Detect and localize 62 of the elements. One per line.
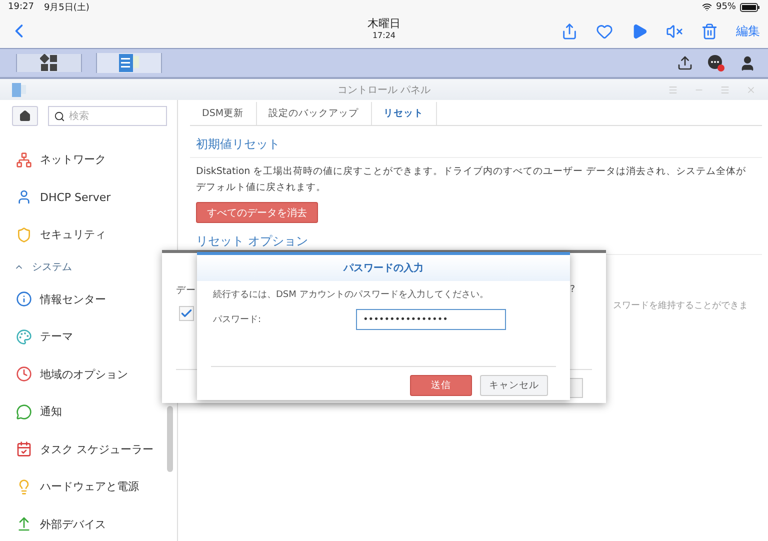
trash-icon[interactable] — [701, 22, 718, 40]
upload-icon — [16, 516, 32, 532]
nav-title: 木曜日 — [368, 16, 400, 31]
search-input[interactable]: 検索 — [69, 108, 161, 124]
sidebar-item[interactable]: タスク スケジューラー — [0, 430, 177, 468]
info-icon — [16, 291, 32, 308]
shield-icon — [16, 226, 32, 243]
heart-icon[interactable] — [596, 22, 613, 40]
home-button[interactable] — [12, 106, 38, 126]
tab[interactable]: 設定のバックアップ — [256, 102, 372, 125]
checkbox[interactable] — [179, 306, 194, 321]
option-text: スワードを維持することができま — [613, 300, 748, 312]
panel-icon — [118, 53, 140, 73]
user-icon — [16, 189, 32, 206]
play-icon[interactable] — [631, 22, 648, 40]
dialog-title: パスワードの入力 — [197, 255, 570, 281]
nav-subtitle: 17:24 — [372, 31, 396, 40]
section-header[interactable]: システム — [0, 254, 177, 280]
sidebar-item[interactable]: セキュリティ — [0, 216, 177, 254]
status-date: 9月5日(土) — [44, 2, 90, 14]
scrollbar[interactable] — [167, 406, 173, 472]
search-icon — [54, 110, 65, 122]
window-title: コントロール パネル — [337, 84, 431, 96]
search-field[interactable]: 検索 — [48, 106, 167, 126]
dialog-message: 続行するには、DSM アカウントのパスワードを入力してください。 — [213, 288, 490, 301]
control-panel-tile[interactable] — [96, 53, 162, 73]
description-text: DiskStation を工場出荷時の値に戻すことができます。ドライブ内のすべてのユーザー データは消去され、システム全体がデフォルト値に戻されます。 — [196, 165, 748, 195]
sidebar-item[interactable]: ネットワーク — [0, 141, 177, 178]
share-icon[interactable] — [561, 22, 578, 40]
sidebar-item[interactable]: 情報センター — [0, 280, 177, 318]
battery-icon — [740, 2, 760, 12]
sidebar-item[interactable]: 外部デバイス — [0, 506, 177, 541]
palette-icon — [16, 328, 32, 345]
clock-icon — [16, 366, 32, 382]
battery-percent: 95% — [716, 2, 736, 12]
home-icon — [19, 110, 31, 122]
chat-icon — [16, 404, 32, 420]
user-icon[interactable] — [739, 54, 756, 72]
tab[interactable]: リセット — [372, 102, 437, 125]
mute-icon[interactable] — [666, 22, 683, 40]
sidebar-item[interactable]: 通知 — [0, 393, 177, 430]
cancel-button[interactable]: キャンセル — [480, 375, 548, 396]
apps-tile[interactable] — [16, 54, 82, 72]
chat-notification-icon[interactable] — [707, 54, 725, 72]
sidebar-item[interactable]: テーマ — [0, 318, 177, 356]
sidebar-item[interactable]: 地域のオプション — [0, 356, 177, 393]
dialog-text: デー — [176, 284, 196, 297]
sidebar-item[interactable]: DHCP Server — [0, 178, 177, 216]
password-label: パスワード: — [213, 314, 262, 326]
control-panel-icon — [12, 82, 26, 96]
sidebar-item[interactable]: ハードウェアと電源 — [0, 468, 177, 506]
upload-icon[interactable] — [677, 55, 693, 71]
grid-icon — [40, 54, 58, 72]
status-time: 19:27 — [8, 2, 34, 12]
network-icon — [16, 152, 32, 168]
section-heading: 初期値リセット — [190, 126, 762, 158]
password-field[interactable]: •••••••••••••••• — [356, 309, 506, 330]
edit-button[interactable]: 編集 — [736, 22, 760, 40]
dialog-text: ? — [570, 284, 576, 295]
calendar-icon — [16, 441, 32, 458]
tab[interactable]: DSM更新 — [190, 102, 257, 125]
wifi-icon — [702, 2, 712, 12]
